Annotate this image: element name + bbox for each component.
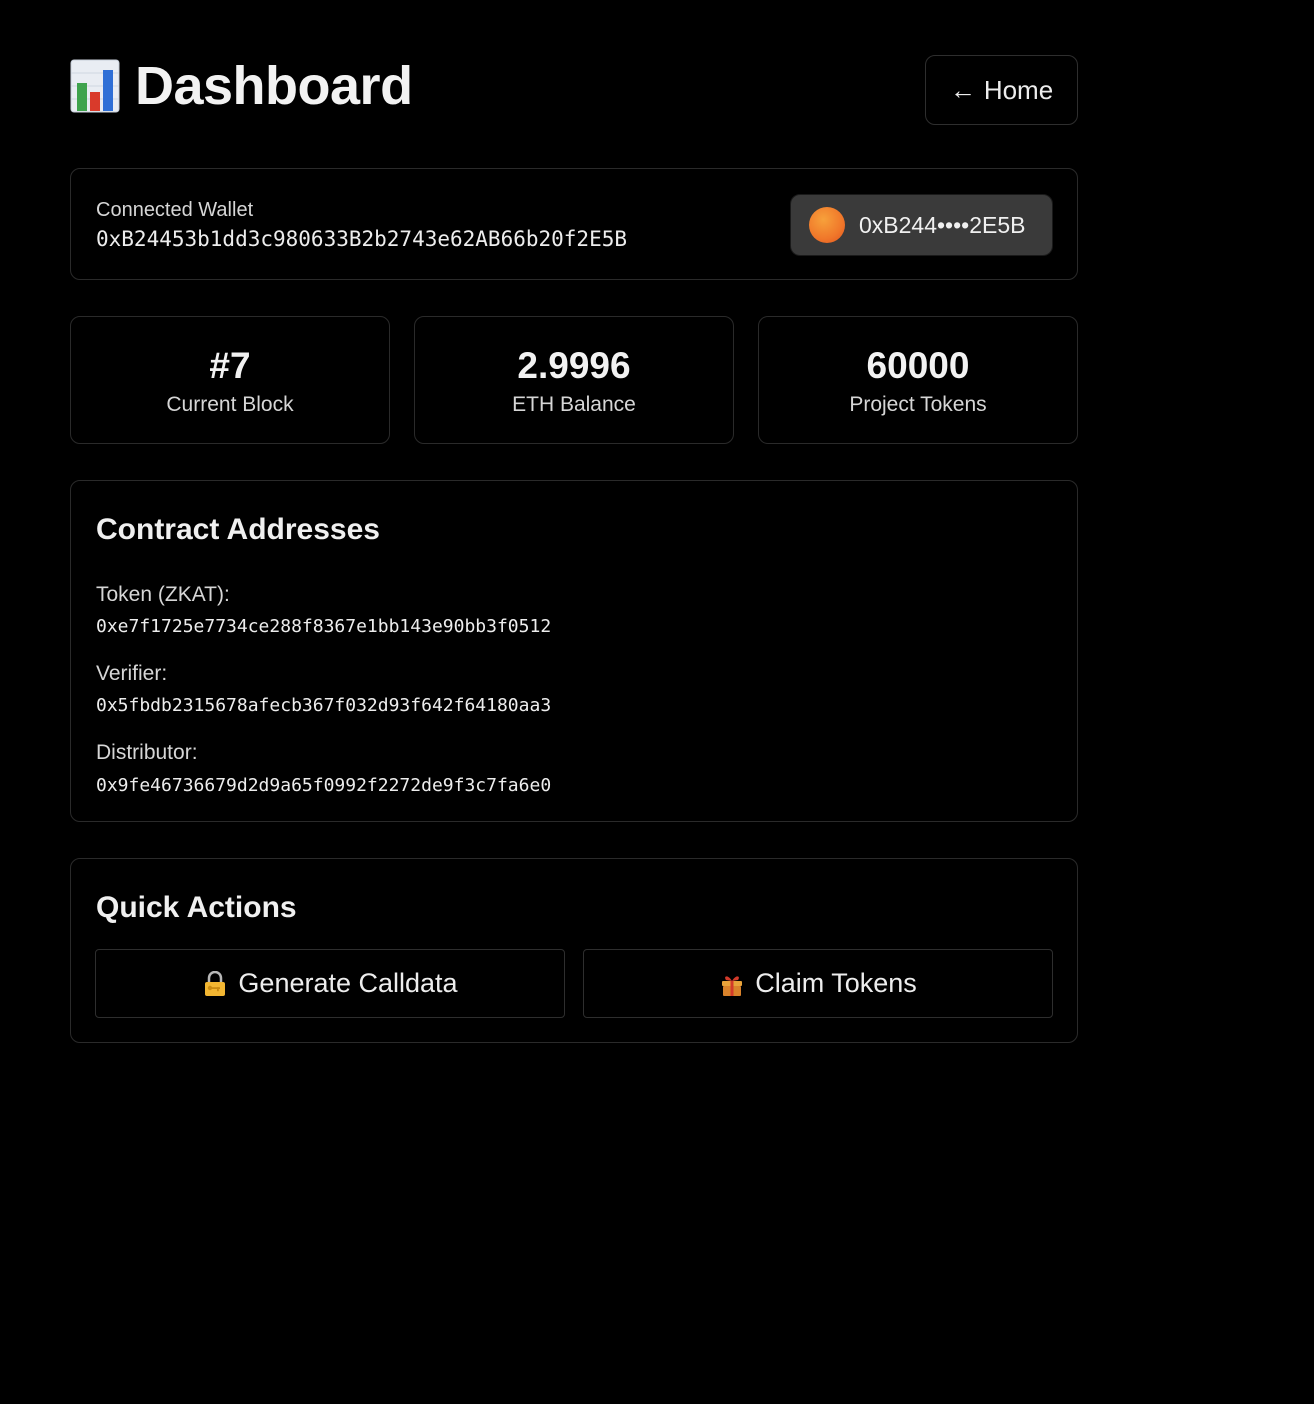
contract-addresses-title: Contract Addresses	[96, 513, 380, 546]
stat-value: 60000	[866, 345, 970, 386]
gift-icon	[719, 971, 745, 997]
quick-actions-card: Quick Actions Generate Calldata Claim To…	[70, 858, 1078, 1043]
wallet-card: Connected Wallet 0xB24453b1dd3c980633B2b…	[70, 168, 1078, 280]
home-button[interactable]: ← Home	[925, 55, 1078, 125]
page-title-text: Dashboard	[135, 56, 413, 116]
bar-chart-icon	[70, 59, 120, 113]
contract-address-distributor: 0x9fe46736679d2d9a65f0992f2272de9f3c7fa6…	[96, 775, 552, 796]
lock-key-icon	[202, 970, 228, 997]
stat-label: Current Block	[166, 393, 294, 416]
wallet-chip-button[interactable]: 0xB244••••2E5B	[790, 194, 1053, 256]
stat-value: 2.9996	[517, 345, 631, 386]
stat-label: ETH Balance	[512, 393, 636, 416]
wallet-label: Connected Wallet	[96, 199, 254, 221]
quick-actions-title: Quick Actions	[96, 891, 297, 924]
generate-calldata-button[interactable]: Generate Calldata	[95, 949, 565, 1018]
wallet-address: 0xB24453b1dd3c980633B2b2743e62AB66b20f2E…	[96, 227, 628, 251]
claim-tokens-label: Claim Tokens	[755, 968, 917, 998]
arrow-left-icon: ←	[949, 74, 976, 105]
claim-tokens-button[interactable]: Claim Tokens	[583, 949, 1053, 1018]
contract-address-token: 0xe7f1725e7734ce288f8367e1bb143e90bb3f05…	[96, 616, 552, 637]
contract-label-token: Token (ZKAT):	[96, 583, 230, 606]
home-button-label: Home	[983, 74, 1054, 105]
page-header: Dashboard ← Home	[70, 55, 1078, 125]
stat-card-eth-balance: 2.9996 ETH Balance	[414, 316, 734, 444]
stat-card-current-block: #7 Current Block	[70, 316, 390, 444]
stat-value: #7	[209, 345, 251, 386]
stat-card-project-tokens: 60000 Project Tokens	[758, 316, 1078, 444]
wallet-chip-text: 0xB244••••2E5B	[859, 211, 1026, 238]
contract-label-distributor: Distributor:	[96, 741, 198, 764]
contract-address-verifier: 0x5fbdb2315678afecb367f032d93f642f64180a…	[96, 695, 552, 716]
page-title: Dashboard	[70, 55, 413, 117]
stat-label: Project Tokens	[849, 393, 987, 416]
contract-addresses-card: Contract Addresses Token (ZKAT): 0xe7f17…	[70, 480, 1078, 822]
contract-label-verifier: Verifier:	[96, 662, 168, 685]
wallet-avatar-icon	[809, 207, 845, 243]
generate-calldata-label: Generate Calldata	[238, 968, 458, 998]
